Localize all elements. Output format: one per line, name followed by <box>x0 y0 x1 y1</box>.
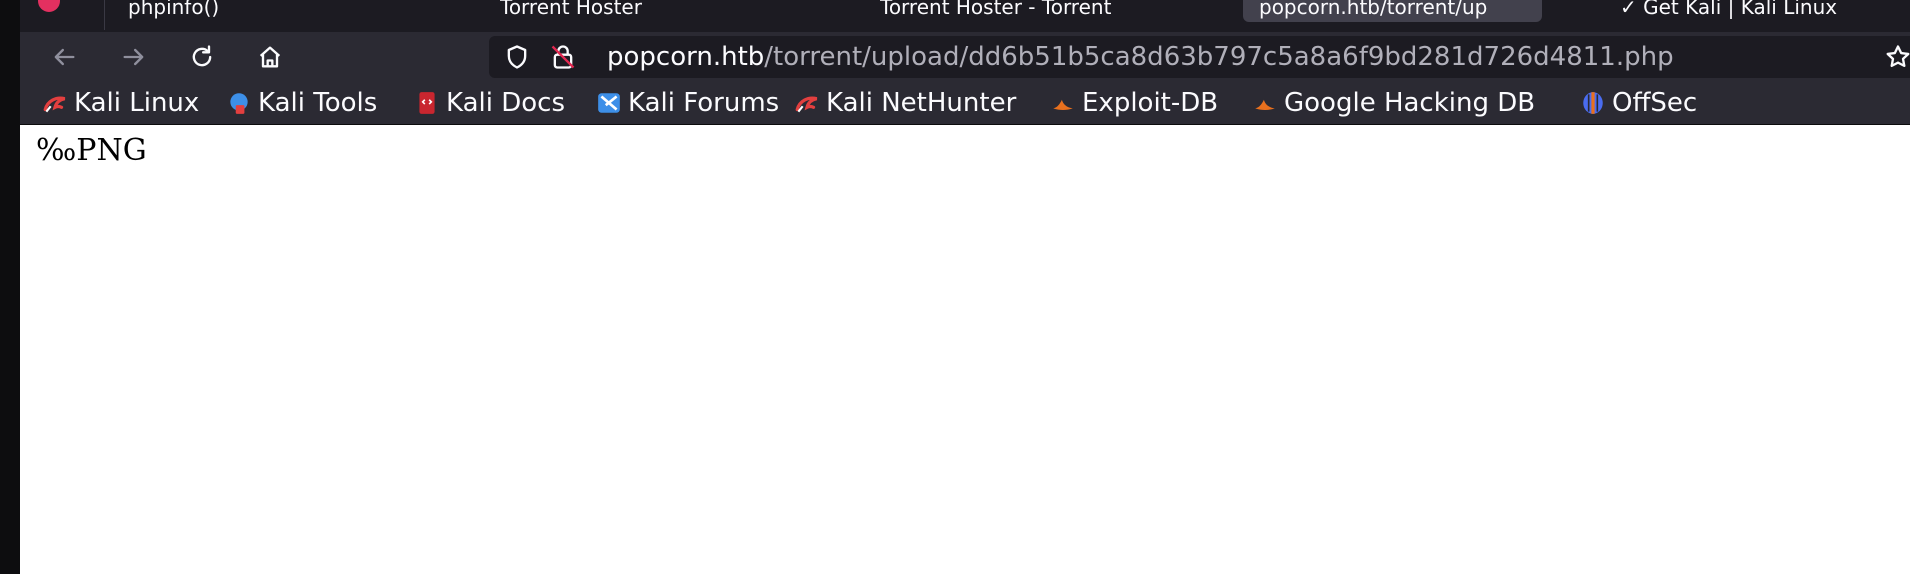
tab-popcorn-upload[interactable]: popcorn.htb/torrent/up <box>1243 0 1542 22</box>
back-button[interactable] <box>46 39 82 75</box>
home-icon <box>259 46 281 68</box>
exploit-db-icon <box>1053 99 1073 111</box>
bookmarks-toolbar: Kali Linux Kali Tools Kali Docs Kali For… <box>20 82 1910 125</box>
home-button[interactable] <box>252 39 288 75</box>
bookmark-label: Kali Forums <box>628 88 780 118</box>
bookmark-google-hacking-db[interactable]: Google Hacking DB <box>1252 82 1535 124</box>
bookmark-label: Kali Tools <box>258 88 378 118</box>
bookmark-kali-forums[interactable]: Kali Forums <box>596 82 779 124</box>
bookmark-kali-tools[interactable]: Kali Tools <box>226 82 377 124</box>
kali-nethunter-icon <box>795 96 818 113</box>
kali-forums-icon <box>598 93 620 113</box>
back-arrow-icon <box>54 48 75 66</box>
window-left-border <box>0 0 20 574</box>
tab-torrent-hoster[interactable]: Torrent Hoster <box>500 0 730 22</box>
bookmark-label: Google Hacking DB <box>1284 88 1536 118</box>
forward-button[interactable] <box>116 39 152 75</box>
bookmark-offsec[interactable]: OffSec <box>1580 82 1697 124</box>
address-bar[interactable]: popcorn.htb/torrent/upload/dd6b51b5ca8d6… <box>489 36 1910 78</box>
url-host: popcorn.htb <box>607 42 765 72</box>
tab-torrent-hoster-torrent[interactable]: Torrent Hoster - Torrent <box>880 0 1180 22</box>
bookmark-exploit-db[interactable]: Exploit-DB <box>1050 82 1218 124</box>
reload-button[interactable] <box>184 39 220 75</box>
bookmark-label: Kali Docs <box>446 88 566 118</box>
bookmark-label: Kali NetHunter <box>826 88 1017 118</box>
offsec-icon <box>1583 92 1603 114</box>
browser-window: phpinfo() Torrent Hoster Torrent Hoster … <box>20 0 1910 574</box>
bookmark-kali-docs[interactable]: Kali Docs <box>414 82 565 124</box>
url-text[interactable]: popcorn.htb/torrent/upload/dd6b51b5ca8d6… <box>607 36 1674 78</box>
bookmark-label: OffSec <box>1612 88 1698 118</box>
tab-divider <box>104 0 105 30</box>
ghdb-icon <box>1255 99 1275 111</box>
bookmark-kali-nethunter[interactable]: Kali NetHunter <box>794 82 1016 124</box>
bookmark-label: Kali Linux <box>74 88 200 118</box>
page-content: ‰PNG <box>20 125 1910 574</box>
kali-docs-icon <box>419 92 435 114</box>
url-path: /torrent/upload/dd6b51b5ca8d63b797c5a8a6… <box>764 42 1674 72</box>
insecure-lock-icon[interactable] <box>549 43 577 71</box>
tab-strip: phpinfo() Torrent Hoster Torrent Hoster … <box>20 0 1910 32</box>
firefox-tab-favicon-icon <box>38 0 60 12</box>
bookmark-kali-linux[interactable]: Kali Linux <box>42 82 199 124</box>
kali-dragon-icon <box>43 96 66 113</box>
tab-phpinfo[interactable]: phpinfo() <box>128 0 348 22</box>
tracking-protection-shield-icon[interactable] <box>503 43 531 71</box>
page-body-text: ‰PNG <box>36 133 147 168</box>
forward-arrow-icon <box>123 48 144 66</box>
tab-get-kali[interactable]: ✓ Get Kali | Kali Linux <box>1620 0 1910 22</box>
reload-icon <box>192 45 212 67</box>
bookmark-star-icon[interactable] <box>1884 43 1910 71</box>
kali-tools-icon <box>230 93 248 114</box>
bookmark-label: Exploit-DB <box>1082 88 1219 118</box>
navigation-toolbar: popcorn.htb/torrent/upload/dd6b51b5ca8d6… <box>20 32 1910 82</box>
